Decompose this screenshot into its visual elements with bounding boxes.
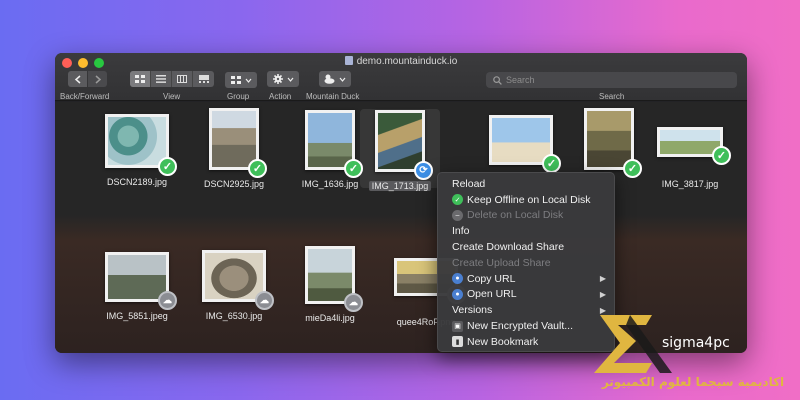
file-thumbnail: ✓	[584, 108, 642, 178]
back-forward-label: Back/Forward	[60, 92, 110, 101]
mountain-duck-control	[319, 71, 351, 89]
file-name: DSCN2189.jpg	[106, 177, 168, 187]
group-button[interactable]	[225, 72, 257, 88]
action-button[interactable]	[267, 71, 299, 87]
grid-icon	[135, 75, 145, 83]
list-icon	[156, 75, 166, 83]
context-menu: Reload ✓ Keep Offline on Local Disk – Dele…	[437, 172, 615, 352]
file-item[interactable]: ✓	[569, 108, 649, 178]
file-name: DSCN2925.jpg	[203, 179, 265, 189]
file-item[interactable]: ✓ IMG_1636.jpg	[290, 110, 370, 189]
file-thumbnail: ✓	[209, 108, 267, 178]
group-control	[225, 71, 257, 89]
file-thumbnail: ✓	[105, 114, 177, 176]
duck-icon	[324, 74, 335, 84]
chevron-down-icon	[287, 77, 293, 82]
search-icon	[493, 75, 502, 85]
submenu-arrow-icon: ▶	[599, 274, 606, 284]
cloud-icon: ☁	[158, 291, 177, 310]
chevron-left-icon	[74, 74, 80, 84]
bookmark-icon: ▮	[452, 336, 463, 348]
file-name: mieDa4li.jpg	[305, 313, 355, 323]
menu-item-keep-offline[interactable]: ✓ Keep Offline on Local Disk	[438, 192, 614, 208]
file-thumbnail: ☁	[202, 250, 274, 310]
file-item[interactable]: ☁ mieDa4li.jpg	[290, 246, 370, 323]
file-item[interactable]: ☁ IMG_6530.jpg	[194, 250, 274, 321]
file-name: IMG_6530.jpg	[205, 311, 263, 321]
check-icon: ✓	[712, 146, 731, 165]
back-button[interactable]	[68, 71, 87, 87]
action-control	[267, 71, 299, 89]
file-thumbnail: ☁	[105, 252, 177, 310]
view-label: View	[163, 92, 181, 101]
file-name: IMG_3817.jpg	[661, 179, 719, 189]
action-label: Action	[269, 92, 292, 101]
group-label: Group	[227, 92, 250, 101]
search-input[interactable]: Search	[486, 72, 737, 88]
view-control	[130, 71, 214, 87]
menu-item-new-bookmark[interactable]: ▮ New Bookmark	[438, 334, 614, 350]
forward-button[interactable]	[88, 71, 107, 87]
back-forward-control	[68, 71, 107, 87]
search-placeholder: Search	[506, 75, 535, 85]
check-icon: ✓	[623, 159, 642, 178]
brand-watermark: sigma4pc اكاديمية سيجما لعلوم الكمبيوتر	[590, 303, 796, 400]
menu-item-create-download-share[interactable]: Create Download Share	[438, 239, 614, 255]
file-item[interactable]: ✓ DSCN2189.jpg	[97, 114, 177, 187]
menu-item-open-url[interactable]: ● Open URL ▶	[438, 287, 614, 303]
file-thumbnail: ✓	[657, 127, 731, 165]
minus-circle-icon: –	[452, 209, 463, 221]
submenu-arrow-icon: ▶	[599, 289, 606, 299]
file-name: IMG_1636.jpg	[301, 179, 359, 189]
file-thumbnail: ⟳	[375, 110, 433, 180]
view-gallery-button[interactable]	[193, 71, 214, 87]
file-item[interactable]: ☁ IMG_5851.jpeg	[97, 252, 177, 321]
toolbar: demo.mountainduck.io Back/Forward View G…	[55, 53, 747, 101]
check-circle-icon: ✓	[452, 194, 463, 206]
menu-item-delete-local: – Delete on Local Disk	[438, 208, 614, 224]
globe-icon: ●	[452, 288, 463, 300]
columns-icon	[177, 75, 187, 83]
menu-item-new-vault[interactable]: ▣ New Encrypted Vault...	[438, 318, 614, 334]
cloud-icon: ☁	[255, 291, 274, 310]
vault-icon: ▣	[452, 320, 463, 332]
file-item[interactable]: ✓ DSCN2925.jpg	[194, 108, 274, 189]
menu-item-create-upload-share: Create Upload Share	[452, 256, 551, 269]
file-name: IMG_5851.jpeg	[106, 311, 168, 321]
file-thumbnail: ✓	[305, 110, 363, 178]
chevron-down-icon	[339, 77, 346, 82]
cloud-icon: ☁	[344, 293, 363, 312]
file-item-selected[interactable]: ⟳ IMG_1713.jpg	[360, 110, 440, 194]
chevron-down-icon	[245, 78, 251, 83]
view-list-button[interactable]	[151, 71, 172, 87]
brand-name: sigma4pc	[662, 335, 730, 351]
check-icon: ✓	[248, 159, 267, 178]
group-grid-icon	[230, 76, 241, 84]
sync-icon: ⟳	[414, 161, 433, 180]
file-thumbnail: ✓	[489, 115, 561, 173]
mountain-duck-label: Mountain Duck	[306, 92, 360, 101]
check-icon: ✓	[542, 154, 561, 173]
file-thumbnail: ☁	[305, 246, 363, 312]
menu-item-copy-url[interactable]: ● Copy URL ▶	[438, 271, 614, 287]
menu-item-info[interactable]: Info	[438, 223, 614, 239]
file-item[interactable]: ✓	[481, 115, 561, 173]
disk-icon	[344, 56, 353, 65]
globe-icon: ●	[452, 273, 463, 285]
brand-arabic-text: اكاديمية سيجما لعلوم الكمبيوتر	[601, 375, 785, 389]
mountain-duck-button[interactable]	[319, 71, 351, 87]
search-label: Search	[599, 92, 625, 101]
check-icon: ✓	[158, 157, 177, 176]
file-item[interactable]: ✓ IMG_3817.jpg	[650, 127, 731, 189]
window-title: demo.mountainduck.io	[55, 56, 747, 67]
menu-item-reload[interactable]: Reload	[438, 176, 614, 192]
gallery-icon	[198, 75, 209, 83]
file-name: IMG_1713.jpg	[368, 181, 432, 191]
view-columns-button[interactable]	[172, 71, 193, 87]
view-icons-button[interactable]	[130, 71, 151, 87]
chevron-right-icon	[95, 74, 101, 84]
gear-icon	[272, 74, 283, 84]
menu-item-versions[interactable]: Versions ▶	[438, 302, 614, 318]
